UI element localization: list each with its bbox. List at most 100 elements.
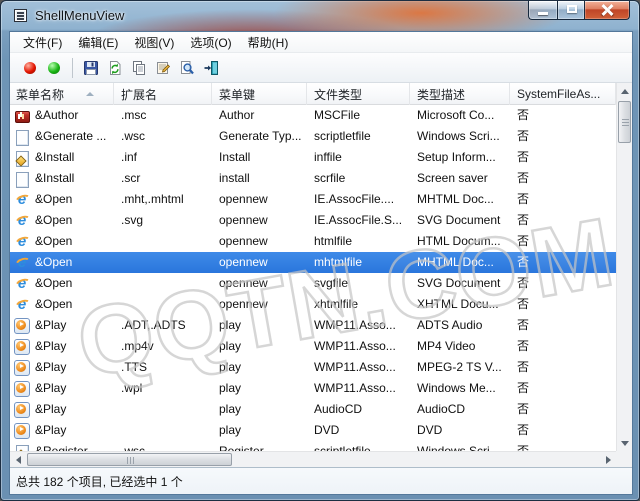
menu-name-text: &Open <box>30 231 72 252</box>
column-header-sysfile[interactable]: SystemFileAs... <box>510 83 616 105</box>
exit-icon <box>203 60 219 76</box>
cell-menu_name: &Open <box>10 210 114 231</box>
cell-file_type: WMP11.Asso... <box>307 357 410 378</box>
cell-file_type: IE.AssocFile.... <box>307 189 410 210</box>
scroll-right-button[interactable] <box>600 452 616 468</box>
maximize-button[interactable] <box>557 1 585 20</box>
menu-item-view[interactable]: 视图(V) <box>126 32 182 53</box>
cell-menu_name: &Play <box>10 315 114 336</box>
cell-ext <box>114 273 212 294</box>
find-button[interactable] <box>175 56 199 80</box>
cell-sysfile: 否 <box>510 273 616 294</box>
cell-menu_key: install <box>212 168 307 189</box>
cell-menu_key: play <box>212 399 307 420</box>
menu-item-options[interactable]: 选项(O) <box>182 32 239 53</box>
cell-menu_key: play <box>212 378 307 399</box>
cell-file_type: mhtmlfile <box>307 252 410 273</box>
internet-explorer-icon <box>14 276 30 292</box>
close-icon <box>601 4 613 16</box>
cell-file_type: inffile <box>307 147 410 168</box>
table-row[interactable]: &PlayplayAudioCDAudioCD否 <box>10 399 616 420</box>
menu-item-file[interactable]: 文件(F) <box>15 32 70 53</box>
exit-button[interactable] <box>199 56 223 80</box>
column-header-ext[interactable]: 扩展名 <box>114 83 212 105</box>
internet-explorer-icon <box>14 234 30 250</box>
find-icon <box>179 60 195 76</box>
disable-item-button[interactable] <box>18 56 42 80</box>
cell-type_desc: Windows Scri... <box>410 126 510 147</box>
internet-explorer-icon <box>14 297 30 313</box>
table-row[interactable]: &Play.wplplayWMP11.Asso...Windows Me...否 <box>10 378 616 399</box>
table-row[interactable]: &Open.svgopennewIE.AssocFile.S...SVG Doc… <box>10 210 616 231</box>
cell-menu_key: opennew <box>212 210 307 231</box>
table-row[interactable]: &OpenopennewsvgfileSVG Document否 <box>10 273 616 294</box>
menu-item-edit[interactable]: 编辑(E) <box>70 32 126 53</box>
column-header-menu_key[interactable]: 菜单键 <box>212 83 307 105</box>
cell-menu_key: play <box>212 357 307 378</box>
table-row[interactable]: &OpenopennewxhtmlfileXHTML Docu...否 <box>10 294 616 315</box>
column-header-menu_name[interactable]: 菜单名称 <box>10 83 114 105</box>
save-button[interactable] <box>79 56 103 80</box>
cell-file_type: xhtmlfile <box>307 294 410 315</box>
cell-ext <box>114 294 212 315</box>
file-type-list: 菜单名称扩展名菜单键文件类型类型描述SystemFileAs... &Autho… <box>10 83 632 467</box>
thumb-grip <box>622 119 629 120</box>
media-play-icon <box>14 360 30 376</box>
table-row[interactable]: &Play.mp4vplayWMP11.Asso...MP4 Video否 <box>10 336 616 357</box>
menu-name-text: &Open <box>30 189 72 210</box>
table-row[interactable]: &OpenopennewmhtmlfileMHTML Doc...否 <box>10 252 616 273</box>
cell-type_desc: DVD <box>410 420 510 441</box>
cell-file_type: scrfile <box>307 168 410 189</box>
menu-name-text: &Install <box>30 147 74 168</box>
maximize-icon <box>567 5 577 13</box>
cell-sysfile: 否 <box>510 105 616 126</box>
cell-file_type: WMP11.Asso... <box>307 315 410 336</box>
refresh-button[interactable] <box>103 56 127 80</box>
play-triangle-icon <box>20 385 24 389</box>
table-row[interactable]: &Play.TTSplayWMP11.Asso...MPEG-2 TS V...… <box>10 357 616 378</box>
table-row[interactable]: &Play.ADT,.ADTSplayWMP11.Asso...ADTS Aud… <box>10 315 616 336</box>
column-header-file_type[interactable]: 文件类型 <box>307 83 410 105</box>
close-button[interactable] <box>585 1 630 20</box>
sort-ascending-icon <box>86 92 94 96</box>
enable-item-button[interactable] <box>42 56 66 80</box>
status-bar: 总共 182 个项目, 已经选中 1 个 <box>10 467 632 494</box>
cell-sysfile: 否 <box>510 147 616 168</box>
table-row[interactable]: &Author.mscAuthorMSCFileMicrosoft Co...否 <box>10 105 616 126</box>
document-icon <box>14 129 30 145</box>
scroll-left-button[interactable] <box>10 452 26 468</box>
horizontal-scrollbar[interactable] <box>10 451 616 467</box>
cell-file_type: AudioCD <box>307 399 410 420</box>
cell-type_desc: Windows Me... <box>410 378 510 399</box>
refresh-icon <box>107 60 123 76</box>
cell-menu_name: &Open <box>10 231 114 252</box>
menu-item-help[interactable]: 帮助(H) <box>240 32 297 53</box>
table-row[interactable]: &Install.infInstallinffileSetup Inform..… <box>10 147 616 168</box>
setup-inf-icon <box>14 150 30 166</box>
minimize-button[interactable] <box>528 1 557 20</box>
media-play-icon <box>14 402 30 418</box>
titlebar[interactable]: ShellMenuView <box>1 1 640 31</box>
table-row[interactable]: &Generate ....wscGenerate Typ...scriptle… <box>10 126 616 147</box>
cell-type_desc: XHTML Docu... <box>410 294 510 315</box>
horizontal-scroll-thumb[interactable] <box>27 453 232 466</box>
cell-menu_name: &Install <box>10 168 114 189</box>
copy-button[interactable] <box>127 56 151 80</box>
media-play-icon <box>14 423 30 439</box>
table-row[interactable]: &Install.scrinstallscrfileScreen saver否 <box>10 168 616 189</box>
scroll-down-button[interactable] <box>617 435 633 451</box>
cell-ext <box>114 399 212 420</box>
table-row[interactable]: &Register.wscRegisterscriptletfileWindow… <box>10 441 616 451</box>
column-header-type_desc[interactable]: 类型描述 <box>410 83 510 105</box>
save-icon <box>83 60 99 76</box>
cell-menu_key: Author <box>212 105 307 126</box>
vertical-scroll-thumb[interactable] <box>618 101 631 143</box>
cell-menu_name: &Open <box>10 273 114 294</box>
cell-ext: .svg <box>114 210 212 231</box>
table-row[interactable]: &PlayplayDVDDVD否 <box>10 420 616 441</box>
table-row[interactable]: &Open.mht,.mhtmlopennewIE.AssocFile....M… <box>10 189 616 210</box>
table-row[interactable]: &OpenopennewhtmlfileHTML Docum...否 <box>10 231 616 252</box>
vertical-scrollbar[interactable] <box>616 83 632 451</box>
properties-button[interactable] <box>151 56 175 80</box>
scroll-up-button[interactable] <box>617 83 633 99</box>
